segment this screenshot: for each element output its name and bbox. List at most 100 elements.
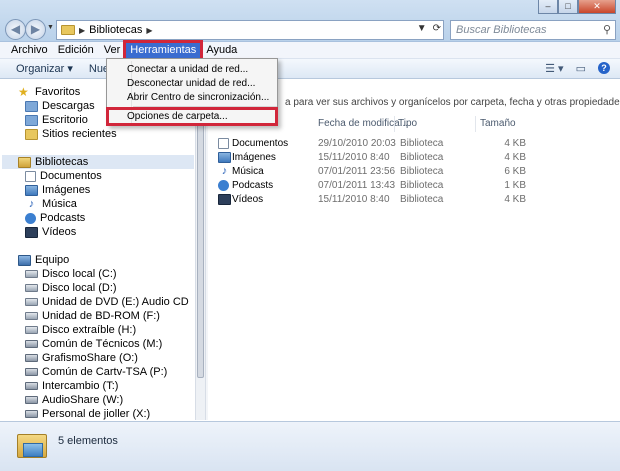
nav-item-label: Imágenes — [42, 184, 91, 196]
pictures-icon — [218, 152, 231, 163]
documents-icon — [218, 138, 229, 149]
column-divider[interactable] — [475, 116, 476, 132]
network-drive-icon — [25, 368, 38, 376]
forward-button[interactable]: ▶ — [25, 19, 46, 40]
nav-item-sitios-recientes[interactable]: Sitios recientes — [25, 127, 117, 141]
nav-item-imagenes[interactable]: Imágenes — [25, 183, 90, 197]
search-icon[interactable]: ⚲ — [603, 23, 611, 36]
breadcrumb-bibliotecas[interactable]: Bibliotecas — [89, 24, 142, 36]
column-size[interactable]: Tamaño — [480, 118, 516, 132]
table-row[interactable]: Documentos 29/10/2010 20:03 Biblioteca 4… — [218, 137, 530, 151]
menu-separator — [133, 106, 277, 107]
menu-herramientas[interactable]: Herramientas — [123, 40, 204, 61]
row-date: 29/10/2010 20:03 — [318, 138, 396, 149]
menu-edicion[interactable]: Edición — [53, 42, 99, 59]
nav-drive-p[interactable]: Común de Cartv-TSA (P:) — [25, 365, 167, 379]
nav-favorites[interactable]: ★ Favoritos — [18, 85, 80, 99]
row-name: Música — [232, 166, 264, 177]
computer-icon — [18, 254, 31, 266]
address-bar[interactable]: ▶ Bibliotecas ▶ ▼ ⟳ — [56, 20, 444, 40]
nav-drive-h[interactable]: Disco extraíble (H:) — [25, 323, 136, 337]
nav-item-documentos[interactable]: Documentos — [25, 169, 102, 183]
menu-item-disconnect-network-drive[interactable]: Desconectar unidad de red... — [127, 78, 255, 92]
row-type: Biblioteca — [400, 166, 444, 177]
breadcrumb-chevron-icon[interactable]: ▶ — [146, 26, 152, 35]
row-name: Vídeos — [232, 194, 264, 205]
podcasts-icon — [25, 212, 36, 224]
nav-item-escritorio[interactable]: Escritorio — [25, 113, 88, 127]
star-icon: ★ — [18, 84, 29, 99]
preview-pane-icon[interactable]: ▭ — [576, 62, 586, 75]
command-bar: Organizar ▾ Nueva ☰ ▾ ▭ ? — [0, 59, 620, 79]
navigation-scrollbar[interactable] — [195, 80, 205, 420]
organize-label: Organizar — [16, 63, 65, 75]
table-row[interactable]: Podcasts 07/01/2011 13:43 Biblioteca 1 K… — [218, 179, 530, 193]
nav-item-musica[interactable]: ♪ Música — [25, 197, 77, 211]
nav-item-videos[interactable]: Vídeos — [25, 225, 76, 239]
nav-item-descargas[interactable]: Descargas — [25, 99, 95, 113]
row-date: 15/11/2010 8:40 — [318, 194, 390, 205]
videos-icon — [25, 226, 38, 238]
nav-libraries-label: Bibliotecas — [35, 156, 89, 168]
column-divider[interactable] — [394, 116, 395, 132]
nav-computer[interactable]: Equipo — [18, 253, 69, 267]
library-large-icon — [17, 434, 47, 458]
videos-icon — [218, 194, 231, 205]
nav-drive-x[interactable]: Personal de jioller (X:) — [25, 407, 150, 421]
nav-drive-m[interactable]: Común de Técnicos (M:) — [25, 337, 162, 351]
row-name: Imágenes — [232, 152, 276, 163]
pane-splitter[interactable] — [205, 80, 208, 420]
menu-ayuda[interactable]: Ayuda — [201, 42, 242, 59]
scrollbar-thumb[interactable] — [197, 82, 204, 378]
row-size: 4 KB — [504, 138, 526, 149]
libraries-icon — [18, 156, 31, 168]
address-dropdown-icon[interactable]: ▼ — [417, 23, 427, 34]
nav-drive-w[interactable]: AudioShare (W:) — [25, 393, 123, 407]
nav-drive-c[interactable]: Disco local (C:) — [25, 267, 117, 281]
item-count: 5 elementos — [58, 435, 118, 447]
search-input[interactable]: Buscar Bibliotecas ⚲ — [450, 20, 616, 40]
menu-item-folder-options[interactable]: Opciones de carpeta... — [127, 111, 228, 125]
row-size: 4 KB — [504, 194, 526, 205]
help-icon[interactable]: ? — [598, 62, 610, 74]
table-row[interactable]: ♪ Música 07/01/2011 23:56 Biblioteca 6 K… — [218, 165, 530, 179]
network-drive-icon — [25, 340, 38, 348]
back-button[interactable]: ◀ — [5, 19, 26, 40]
menu-item-map-network-drive[interactable]: Conectar a unidad de red... — [127, 64, 248, 78]
refresh-icon[interactable]: ⟳ — [433, 23, 441, 34]
nav-drive-f[interactable]: Unidad de BD-ROM (F:) — [25, 309, 160, 323]
view-options-icon[interactable]: ☰ ▾ — [545, 62, 563, 75]
music-icon: ♪ — [28, 197, 35, 210]
documents-icon — [25, 170, 36, 182]
nav-drive-t[interactable]: Intercambio (T:) — [25, 379, 118, 393]
dvd-drive-icon — [25, 298, 38, 306]
nav-libraries[interactable]: Bibliotecas — [2, 155, 194, 169]
table-row[interactable]: Vídeos 15/11/2010 8:40 Biblioteca 4 KB — [218, 193, 530, 207]
nav-item-label: Intercambio (T:) — [42, 380, 119, 392]
recent-pages-dropdown[interactable]: ▼ — [47, 24, 54, 31]
search-placeholder: Buscar Bibliotecas — [456, 24, 547, 36]
podcasts-icon — [218, 180, 229, 191]
nav-item-label: Común de Cartv-TSA (P:) — [42, 366, 168, 378]
organize-button[interactable]: Organizar ▾ — [16, 62, 73, 75]
row-date: 15/11/2010 8:40 — [318, 152, 390, 163]
hard-disk-icon — [25, 284, 38, 292]
nav-drive-e[interactable]: Unidad de DVD (E:) Audio CD — [25, 295, 189, 309]
library-description: a para ver sus archivos y organícelos po… — [285, 97, 620, 108]
row-name: Podcasts — [232, 180, 274, 191]
maximize-button[interactable]: □ — [558, 0, 578, 14]
nav-drive-d[interactable]: Disco local (D:) — [25, 281, 117, 295]
table-row[interactable]: Imágenes 15/11/2010 8:40 Biblioteca 4 KB — [218, 151, 530, 165]
nav-drive-o[interactable]: GrafismoShare (O:) — [25, 351, 138, 365]
nav-item-podcasts[interactable]: Podcasts — [25, 211, 85, 225]
network-drive-icon — [25, 354, 38, 362]
downloads-icon — [25, 100, 38, 112]
column-type[interactable]: Tipo — [398, 118, 417, 132]
menu-archivo[interactable]: Archivo — [6, 42, 53, 59]
row-size: 6 KB — [504, 166, 526, 177]
menu-ver[interactable]: Ver — [99, 42, 126, 59]
minimize-button[interactable]: – — [538, 0, 558, 14]
breadcrumb-separator-icon[interactable]: ▶ — [79, 26, 85, 35]
menu-item-sync-center[interactable]: Abrir Centro de sincronización... — [127, 92, 269, 106]
close-button[interactable]: ✕ — [578, 0, 616, 14]
